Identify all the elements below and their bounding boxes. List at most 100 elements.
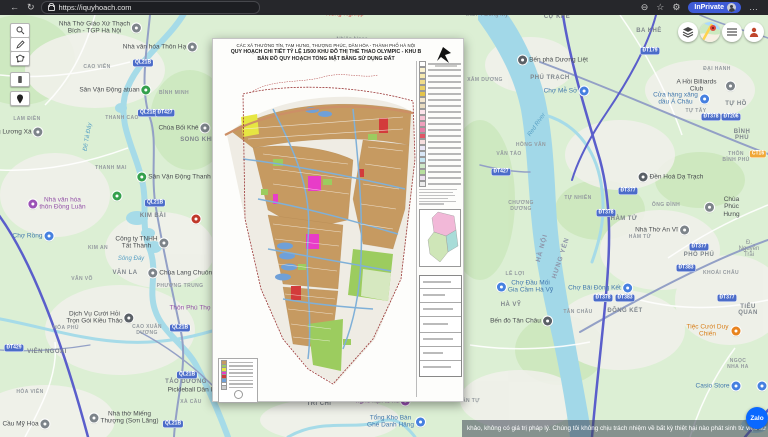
layers-button[interactable] [678,22,698,42]
map-poi[interactable]: Bến phà Dương Liệt [518,56,588,65]
map-poi[interactable]: Nhà văn hóa thôn Đồng Luân [28,197,85,212]
map-poi-icon[interactable] [132,24,141,33]
map-canvas[interactable]: Nông NghiệpNhiện Ngọcthôn 4 Đông MyCỰ KH… [0,15,768,437]
map-poi-icon[interactable] [28,200,37,209]
map-poi[interactable]: Dịch Vụ Cưới Hỏi Trọn Gói Kiều Thảo [66,311,133,326]
map-poi[interactable] [113,192,122,201]
map-poi-icon[interactable] [623,284,632,293]
map-poi-icon[interactable] [188,43,197,52]
map-locality-label: PHÚ TRẠCH [530,75,569,81]
map-poi[interactable]: Tiệc Cưới Duy Chiến [686,324,741,339]
inprivate-badge[interactable]: InPrivate [688,2,741,13]
map-poi-icon[interactable] [416,418,425,427]
map-poi[interactable] [192,215,201,224]
map-locality-label: thôn 4 Đông My [466,15,508,18]
map-locality-label: HƯNG YÊN [551,237,571,280]
map-poi-icon[interactable] [579,87,588,96]
polygon-tool-button[interactable] [10,51,30,66]
map-poi[interactable]: Chợ Rồng [13,232,54,241]
map-poi-icon[interactable] [192,215,201,224]
map-poi-icon[interactable] [113,192,122,201]
map-label-text: KIM BÀI [140,213,166,219]
map-locality-label: LAM ĐIỀN [13,116,40,122]
map-label-text: Casio Store [696,382,730,389]
map-label-text: KIM AN [88,245,108,251]
eraser-tool-button[interactable] [10,72,30,87]
address-bar[interactable]: https://iquyhoach.com [41,1,260,14]
map-locality-label: HÀM TỬ [611,216,638,222]
map-poi[interactable]: Chùa Phúc Hưng [705,196,747,218]
water-label: Red River [527,112,547,137]
map-poi[interactable]: Nông Nghiệp [326,15,364,18]
map-poi-icon[interactable] [543,317,552,326]
map-poi[interactable]: Pickleball Dân I [168,386,213,393]
map-poi-icon[interactable] [125,314,134,323]
map-poi[interactable]: Chợ Mễ Sở [544,87,589,96]
map-label-text: Sông Đáy [118,256,144,262]
map-label-text: Nhà văn hóa Thôn Hạ [123,43,186,50]
back-icon[interactable]: ← [10,0,19,15]
map-poi-icon[interactable] [731,382,740,391]
map-poi-icon[interactable] [44,232,53,241]
browser-menu-icon[interactable]: … [749,0,758,15]
map-poi-icon[interactable] [148,269,157,278]
settings-icon[interactable]: ⚙ [672,0,680,15]
map-poi[interactable]: Chợ Bãi Đông Kết [568,284,632,293]
menu-button[interactable] [722,22,742,42]
map-poi[interactable]: Nhà thờ Miếng Thượng (Sơn Lãng) [89,411,158,426]
map-poi-icon[interactable] [705,203,714,212]
map-poi[interactable]: Chùa Bối Khê [158,124,209,133]
map-poi-icon[interactable] [41,420,50,429]
map-poi-icon[interactable] [497,283,506,292]
map-poi[interactable]: Nhà Thờ Giáo Xứ Thạch Bích - TGP Hà Nội [59,21,141,36]
lock-icon [48,5,55,11]
map-poi[interactable]: Sân Vận Động Thanh [137,173,210,182]
map-poi[interactable]: Thôn Phú Thọ [169,304,210,311]
planning-document[interactable]: CÁC XÃ THƯỜNG TÍN, TAM HƯNG, THƯỢNG PHÚC… [212,38,464,402]
map-poi-icon[interactable] [732,327,741,336]
map-poi[interactable]: Nhà văn hóa Thôn Hạ [123,43,197,52]
favorite-icon[interactable]: ☆ [656,0,664,15]
basemap-toggle-button[interactable] [700,22,720,42]
map-poi-icon[interactable] [89,414,98,423]
profile-button[interactable] [744,22,764,42]
map-label-text: HÀM TỬ [629,234,651,240]
map-label-text: VĂN VÕ [71,276,93,282]
map-label-text: HỒNG VÂN [516,142,546,148]
map-poi[interactable]: Bến đò Tân Châu [490,317,552,326]
map-poi-icon[interactable] [680,226,689,235]
map-poi-icon[interactable] [142,86,151,95]
search-tool-button[interactable] [10,23,30,38]
map-poi-icon[interactable] [700,95,709,104]
draw-tool-button[interactable] [10,37,30,52]
map-label-text: Chợ Mễ Sở [544,87,578,94]
map-poi[interactable]: Cầu Mỹ Hòa [2,420,49,429]
map-poi[interactable]: Chợ Đầu Mối Gia Cầm Hà Vỹ [497,280,553,295]
map-poi-icon[interactable] [726,82,735,91]
zalo-chat-button[interactable]: Zalo [746,407,768,429]
map-poi-icon[interactable] [34,128,43,137]
map-poi[interactable]: ng Lương Xá [0,128,43,137]
map-poi-icon[interactable] [639,173,648,182]
map-poi[interactable]: Casio Store [696,382,741,391]
legend-text-line [428,111,461,113]
map-poi[interactable]: Đền Hoá Dạ Trạch [639,173,704,182]
map-poi-icon[interactable] [201,124,210,133]
inset-overview-map [419,209,461,267]
map-poi-icon[interactable] [137,173,146,182]
refresh-icon[interactable]: ↻ [27,0,35,15]
map-poi[interactable]: Chùa Lang Chuông [148,269,215,278]
map-locality-label: XÀ CẦU [180,399,202,405]
map-poi-icon[interactable] [160,239,169,248]
reader-mode-icon[interactable]: ⊖ [641,0,649,15]
map-poi[interactable]: Tổng Kho Bàn Ghế Danh Hãng [367,415,425,430]
map-poi[interactable]: Sân Vận Động atuan [79,86,150,95]
map-locality-label: THANH MAI [95,165,127,171]
map-poi-icon[interactable] [758,382,767,391]
map-poi[interactable]: Cửa hàng xăng dầu Á Châu [653,92,709,107]
map-poi[interactable] [758,382,767,391]
marker-tool-button[interactable] [10,91,30,106]
browser-actions: ⊖ ☆ ⚙ InPrivate … [637,0,762,15]
map-poi[interactable]: Công ty TNHH Tất Thành [115,236,168,251]
map-poi-icon[interactable] [518,56,527,65]
